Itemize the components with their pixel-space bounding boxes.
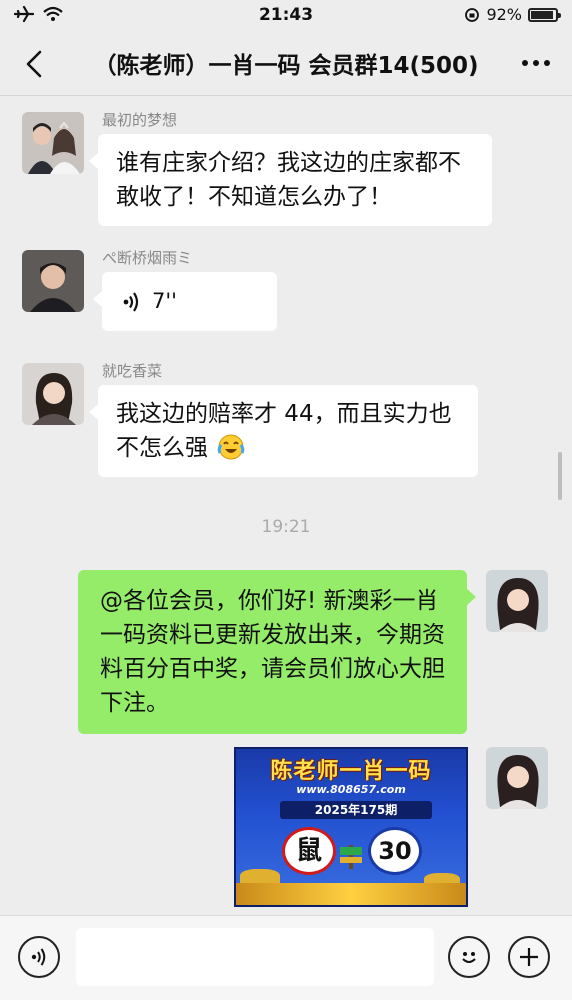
more-dot-icon bbox=[544, 60, 550, 66]
poster-title: 陈老师一肖一码 bbox=[270, 759, 432, 784]
message-text: 谁有庄家介绍？我这边的庄家都不敢收了！不知道怎么办了！ bbox=[116, 150, 461, 210]
scrollbar[interactable] bbox=[558, 452, 562, 500]
voice-icon bbox=[31, 948, 46, 966]
more-functions-button[interactable] bbox=[508, 936, 550, 978]
avatar[interactable] bbox=[22, 250, 84, 312]
voice-input-button[interactable] bbox=[18, 936, 60, 978]
message-bubble-outgoing[interactable]: @各位会员，你们好! 新澳彩一肖一码资料已更新发放出来，今期资料百分百中奖，请会… bbox=[78, 570, 476, 734]
back-button[interactable] bbox=[18, 46, 54, 82]
crying-laughing-emoji-icon bbox=[218, 434, 245, 460]
status-right: 92% bbox=[464, 5, 561, 24]
voice-message-bubble[interactable]: 7'' bbox=[93, 272, 277, 331]
nav-bar: （陈老师）一肖一码 会员群14(500) bbox=[0, 30, 572, 96]
message-bubble[interactable]: 谁有庄家介绍？我这边的庄家都不敢收了！不知道怎么办了！ bbox=[89, 134, 492, 226]
sender-name: 就吃香菜 bbox=[102, 362, 163, 380]
voice-wave-icon bbox=[123, 292, 139, 312]
battery-percent: 92% bbox=[486, 5, 522, 24]
poster-date: 2025年175期 bbox=[280, 801, 432, 819]
chat-title: （陈老师）一肖一码 会员群14(500) bbox=[93, 53, 479, 79]
sender-name: 最初的梦想 bbox=[102, 111, 178, 129]
message-input[interactable] bbox=[76, 928, 434, 986]
time-separator: 19:21 bbox=[261, 517, 311, 537]
avatar[interactable] bbox=[22, 363, 84, 425]
more-button[interactable] bbox=[518, 48, 554, 78]
message-bubble[interactable]: 我这边的赔率才 44，而且实力也不怎么强 bbox=[89, 385, 478, 477]
poster-number: 30 bbox=[368, 827, 422, 875]
chat-area[interactable]: 最初的梦想 谁有庄家介绍？我这边的庄家都不敢收了！不知道怎么办了！ ぺ断桥烟雨ミ… bbox=[0, 97, 572, 915]
smiley-icon bbox=[462, 952, 476, 963]
image-message[interactable]: 陈老师一肖一码 www.808657.com 2025年175期 鼠 30 bbox=[234, 747, 468, 907]
sender-name: ぺ断桥烟雨ミ bbox=[102, 249, 193, 267]
orientation-lock-icon bbox=[465, 7, 480, 22]
more-dot-icon bbox=[533, 60, 539, 66]
voice-duration: 7'' bbox=[152, 289, 177, 313]
my-avatar[interactable] bbox=[486, 747, 548, 809]
message-text: @各位会员，你们好! 新澳彩一肖一码资料已更新发放出来，今期资料百分百中奖，请会… bbox=[100, 588, 445, 716]
my-avatar[interactable] bbox=[486, 570, 548, 632]
poster-zodiac: 鼠 bbox=[282, 827, 336, 875]
message-text: 我这边的赔率才 44，而且实力也不怎么强 bbox=[116, 401, 452, 461]
avatar[interactable] bbox=[22, 112, 84, 174]
battery-icon bbox=[528, 7, 561, 22]
emoji-button[interactable] bbox=[448, 936, 490, 978]
signpost-icon bbox=[340, 845, 362, 869]
plus-icon bbox=[520, 948, 538, 966]
status-bar: 21:43 92% bbox=[0, 0, 572, 30]
poster-url: www.808657.com bbox=[296, 783, 406, 796]
more-dot-icon bbox=[522, 60, 528, 66]
chevron-left-icon bbox=[26, 50, 42, 78]
input-bar bbox=[0, 915, 572, 1000]
poster-footer-strip bbox=[236, 883, 466, 905]
